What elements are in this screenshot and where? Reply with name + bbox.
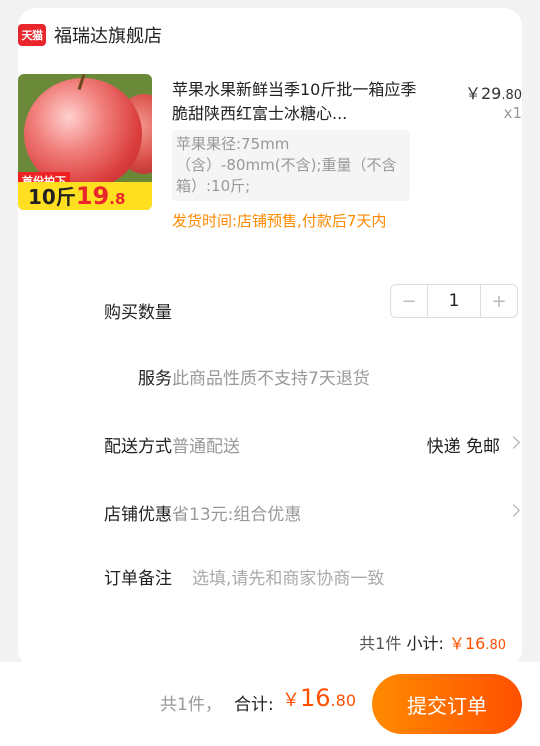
order-note-label: 订单备注	[104, 569, 172, 589]
promo-price: 19	[75, 182, 110, 210]
service-value: 此商品性质不支持7天退货	[172, 369, 370, 389]
checkout-bar: 共1件， 合计: ￥16.80 提交订单	[0, 662, 540, 746]
subtotal-amount-decimal: .80	[485, 638, 506, 653]
product-image[interactable]: 首份拍下 10斤 19 .8	[18, 74, 152, 210]
subtotal-amount: ￥16.80	[449, 634, 506, 653]
total-amount: ￥16.80	[282, 684, 356, 712]
total-label: 合计:	[234, 695, 274, 715]
decrement-button[interactable]: −	[391, 285, 427, 317]
total-count: 共1件，	[160, 695, 222, 715]
promo-price-decimal: .8	[109, 190, 126, 208]
promo-weight: 10斤	[28, 185, 76, 209]
store-name[interactable]: 福瑞达旗舰店	[54, 22, 162, 48]
discount-value[interactable]: 省13元:组合优惠	[172, 500, 301, 525]
product-title[interactable]: 苹果水果新鲜当季10斤批一箱应季脆甜陕西红富士冰糖心...	[172, 78, 418, 126]
store-header[interactable]: 天猫 福瑞达旗舰店	[18, 22, 162, 48]
submit-order-button[interactable]: 提交订单	[372, 674, 522, 734]
delivery-fee[interactable]: 快递 免邮	[427, 432, 500, 457]
subtotal: 共1件 小计: ￥16.80	[359, 630, 506, 654]
discount-label: 店铺优惠	[104, 505, 172, 525]
order-note-input[interactable]: 选填,请先和商家协商一致	[192, 564, 384, 589]
quantity-value[interactable]: 1	[427, 285, 481, 317]
product-price: ￥29.80	[465, 80, 522, 104]
product-price-decimal: .80	[501, 88, 522, 103]
increment-button[interactable]: +	[481, 285, 517, 317]
sku-description: 苹果果径:75mm（含）-80mm(不含);重量（不含箱）:10斤;	[172, 130, 410, 201]
quantity-label: 购买数量	[104, 303, 172, 323]
delivery-value[interactable]: 普通配送	[172, 432, 240, 457]
quantity-stepper[interactable]: − 1 +	[390, 284, 518, 318]
promo-banner: 10斤 19 .8	[18, 182, 152, 210]
delivery-label: 配送方式	[104, 437, 172, 457]
subtotal-label: 小计:	[401, 634, 449, 653]
product-quantity: x1	[503, 104, 522, 122]
tmall-badge-icon: 天猫	[18, 24, 46, 46]
total-currency: ￥	[282, 690, 300, 711]
service-label: 服务	[138, 369, 172, 389]
total-amount-int: 16	[300, 684, 331, 712]
subtotal-count: 共1件	[359, 634, 402, 653]
product-price-int: ￥29	[464, 84, 502, 103]
shipping-note: 发货时间:店铺预售,付款后7天内	[172, 212, 387, 230]
total-amount-decimal: .80	[330, 691, 356, 710]
subtotal-amount-int: ￥16	[448, 634, 486, 653]
